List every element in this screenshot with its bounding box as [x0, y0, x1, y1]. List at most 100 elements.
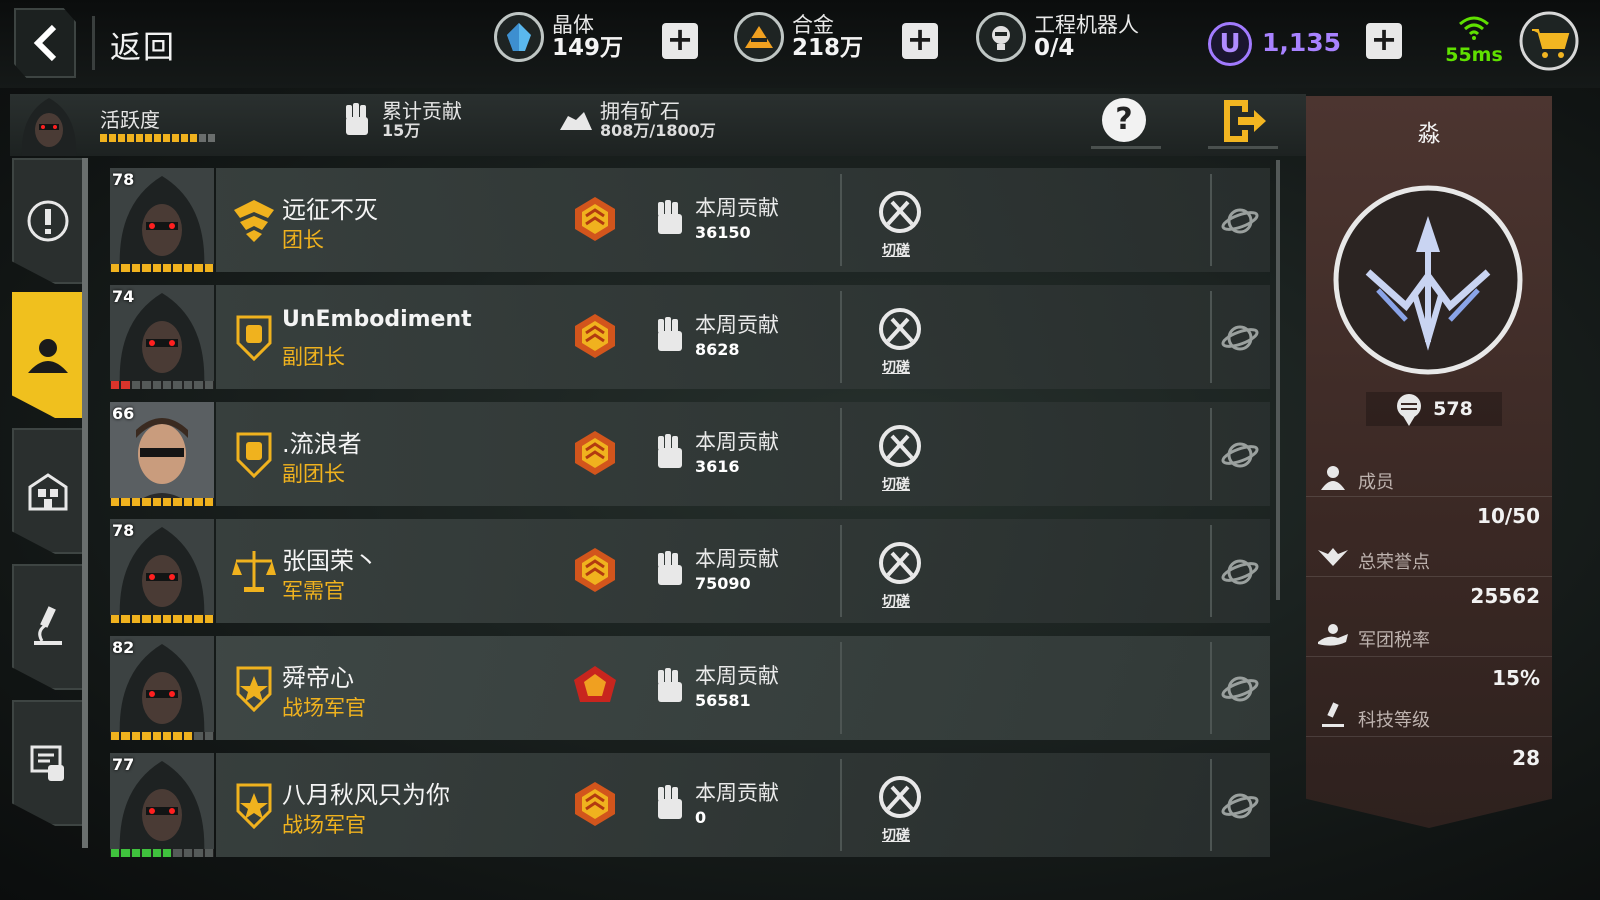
- member-options-button[interactable]: [1220, 672, 1260, 706]
- tax-icon: [1318, 624, 1348, 646]
- help-button[interactable]: ?: [1102, 98, 1146, 142]
- exit-door-icon: [1224, 100, 1266, 142]
- rank-insignia-icon: [236, 666, 272, 712]
- member-name: 远征不灭: [282, 196, 378, 224]
- tab-members[interactable]: [12, 292, 84, 418]
- robot-resource: 工程机器人 0/4: [976, 12, 1139, 62]
- divider: [840, 525, 842, 617]
- legion-info-bar: 活跃度 累计贡献 15万 拥有矿石 808万/1800万 ?: [10, 94, 1306, 156]
- building-icon: [28, 473, 68, 511]
- fist-icon: [658, 785, 682, 819]
- member-options-button[interactable]: [1220, 438, 1260, 472]
- network-status: 55ms: [1444, 14, 1504, 66]
- duel-button[interactable]: [876, 775, 924, 823]
- robot-icon: [976, 12, 1026, 62]
- duel-icon: [879, 542, 921, 584]
- back-label[interactable]: 返回: [110, 22, 176, 67]
- member-row[interactable]: 66 .流浪者 副团长 本周贡献 3616 切磋: [110, 402, 1270, 506]
- tab-info[interactable]: [12, 158, 84, 284]
- wifi-icon: [1459, 16, 1489, 40]
- member-level: 82: [112, 638, 135, 657]
- member-portrait[interactable]: 78: [110, 168, 214, 272]
- member-role: 战场军官: [282, 813, 366, 837]
- total-contribution-label: 累计贡献: [382, 99, 462, 123]
- duel-button[interactable]: [876, 541, 924, 589]
- member-portrait[interactable]: 82: [110, 636, 214, 740]
- back-button[interactable]: [14, 8, 76, 78]
- cart-icon: [1519, 11, 1579, 71]
- member-level: 77: [112, 755, 135, 774]
- add-alloy-button[interactable]: +: [902, 23, 938, 59]
- tab-building[interactable]: [12, 428, 84, 554]
- alloy-name: 合金: [792, 12, 834, 37]
- member-icon: [1321, 466, 1345, 490]
- add-crystal-button[interactable]: +: [662, 23, 698, 59]
- divider: [840, 759, 842, 851]
- duel-label[interactable]: 切磋: [882, 825, 910, 845]
- medal-badge-icon: [575, 314, 615, 358]
- duel-label[interactable]: 切磋: [882, 357, 910, 377]
- u-currency-icon: U: [1208, 22, 1252, 66]
- legion-emblem-icon: [1333, 185, 1523, 375]
- planet-icon: [1221, 793, 1259, 819]
- member-row[interactable]: 78 远征不灭 团长 本周贡献 36150 切磋: [110, 168, 1270, 272]
- rank-insignia-icon: [236, 783, 272, 829]
- weekly-contribution-label: 本周贡献: [695, 196, 779, 220]
- duel-button[interactable]: [876, 307, 924, 355]
- member-options-button[interactable]: [1220, 555, 1260, 589]
- activity-label: 活跃度: [100, 108, 160, 132]
- member-row[interactable]: 82 舜帝心 战场军官 本周贡献 56581: [110, 636, 1270, 740]
- member-row[interactable]: 74 UnEmbodiment 副团长 本周贡献 8628 切磋: [110, 285, 1270, 389]
- weekly-contribution-value: 75090: [695, 574, 751, 593]
- member-options-button[interactable]: [1220, 204, 1260, 238]
- member-portrait[interactable]: 78: [110, 519, 214, 623]
- member-portrait[interactable]: 74: [110, 285, 214, 389]
- member-options-button[interactable]: [1220, 321, 1260, 355]
- planet-icon: [1221, 676, 1259, 702]
- planet-icon: [1221, 559, 1259, 585]
- duel-button[interactable]: [876, 424, 924, 472]
- duel-label[interactable]: 切磋: [882, 240, 910, 260]
- alloy-value: 218万: [792, 34, 864, 61]
- member-row[interactable]: 78 张国荣丶 军需官 本周贡献 75090 切磋: [110, 519, 1270, 623]
- player-avatar[interactable]: [12, 94, 86, 156]
- member-level: 66: [112, 404, 135, 423]
- duel-label[interactable]: 切磋: [882, 591, 910, 611]
- war-flag-icon: [30, 745, 64, 781]
- member-level: 78: [112, 521, 135, 540]
- divider: [1306, 736, 1552, 737]
- member-portrait[interactable]: 77: [110, 753, 214, 857]
- planet-icon: [1221, 325, 1259, 351]
- total-contribution-value: 15万: [382, 121, 421, 140]
- member-level: 78: [112, 170, 135, 189]
- u-currency-value: 1,135: [1262, 28, 1342, 57]
- member-name: 张国荣丶: [282, 547, 378, 575]
- scrollbar[interactable]: [1276, 160, 1280, 600]
- member-activity-bar: [110, 615, 214, 623]
- stat-members-label: 成员: [1358, 472, 1394, 493]
- member-row[interactable]: 77 八月秋风只为你 战场军官 本周贡献 0 切磋: [110, 753, 1270, 857]
- rank-insignia-icon: [236, 315, 272, 361]
- add-u-currency-button[interactable]: +: [1366, 23, 1402, 59]
- robot-value: 0/4: [1034, 34, 1075, 61]
- exit-legion-button[interactable]: [1220, 98, 1268, 144]
- stat-tax-label: 军团税率: [1358, 630, 1430, 651]
- tab-war[interactable]: [12, 700, 84, 826]
- duel-button[interactable]: [876, 190, 924, 238]
- ore-icon: [560, 111, 592, 130]
- rank-insignia-icon: [236, 432, 272, 478]
- member-role: 副团长: [282, 345, 345, 369]
- member-role: 团长: [282, 228, 324, 252]
- member-portrait[interactable]: 66: [110, 402, 214, 506]
- legion-name: 淼: [1417, 121, 1441, 147]
- member-options-button[interactable]: [1220, 789, 1260, 823]
- divider: [1208, 146, 1278, 149]
- tab-technology[interactable]: [12, 564, 84, 690]
- member-name: UnEmbodiment: [282, 307, 472, 332]
- duel-icon: [879, 308, 921, 350]
- member-role: 军需官: [282, 579, 345, 603]
- duel-label[interactable]: 切磋: [882, 474, 910, 494]
- divider: [840, 174, 842, 266]
- shop-button[interactable]: [1518, 10, 1580, 72]
- stat-members-value: 10/50: [1477, 504, 1540, 528]
